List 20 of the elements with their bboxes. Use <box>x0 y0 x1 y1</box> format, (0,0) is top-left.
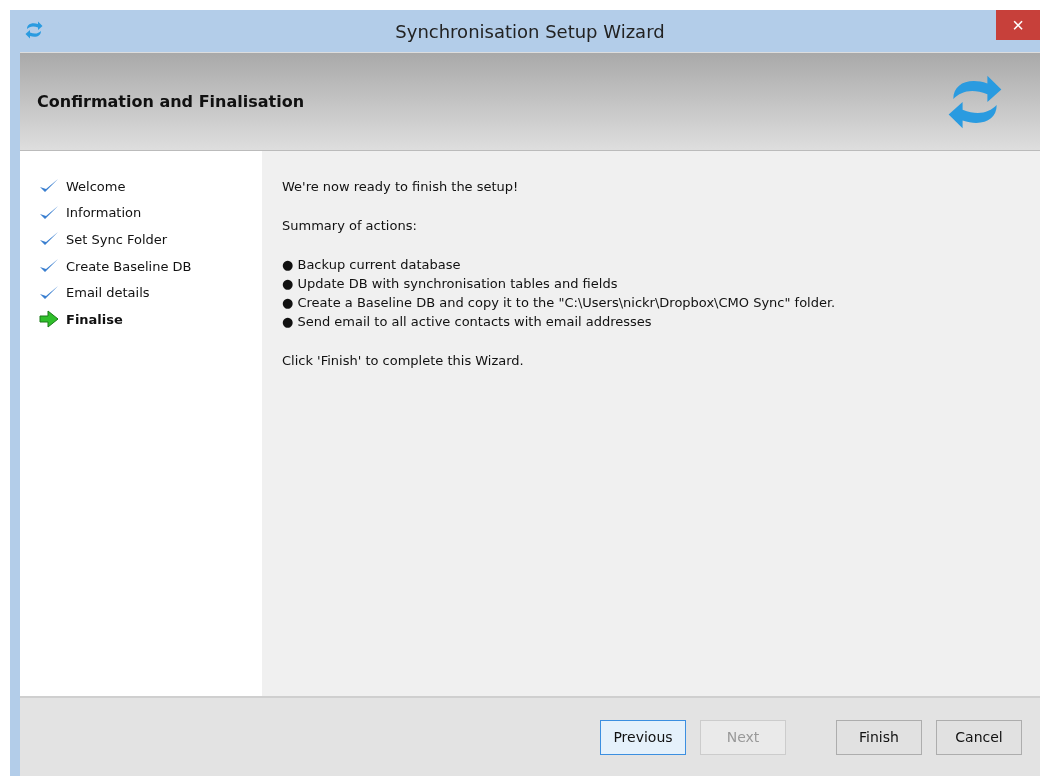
action-item: ● Create a Baseline DB and copy it to the "C:\Users\nickr\Dropbox\CMO Sync" folder. <box>282 294 837 312</box>
action-item: ● Backup current database <box>282 256 462 274</box>
intro-text: We're now ready to finish the setup! <box>282 178 520 196</box>
step-label: Finalise <box>66 311 123 327</box>
wizard-button[interactable]: Previous <box>600 719 686 755</box>
wizard-button[interactable]: Finish <box>836 719 922 755</box>
action-item: ● Send email to all active contacts with email addresses <box>282 313 653 331</box>
closing-text: Click 'Finish' to complete this Wizard. <box>282 352 525 370</box>
step-label: Create Baseline DB <box>66 258 192 274</box>
close-button[interactable]: × <box>996 10 1040 40</box>
step-label: Welcome <box>66 178 126 194</box>
step-label: Set Sync Folder <box>66 232 168 247</box>
action-item: ● Update DB with synchronisation tables and fields <box>282 275 619 293</box>
step-label: Information <box>66 205 142 221</box>
page-heading: Confirmation and Finalisation <box>37 92 305 111</box>
summary-heading: Summary of actions: <box>282 217 418 235</box>
sync-icon <box>24 20 44 40</box>
step-label: Email details <box>66 285 150 301</box>
window-title: Synchronisation Setup Wizard <box>395 20 665 42</box>
wizard-button[interactable]: Cancel <box>936 719 1022 755</box>
